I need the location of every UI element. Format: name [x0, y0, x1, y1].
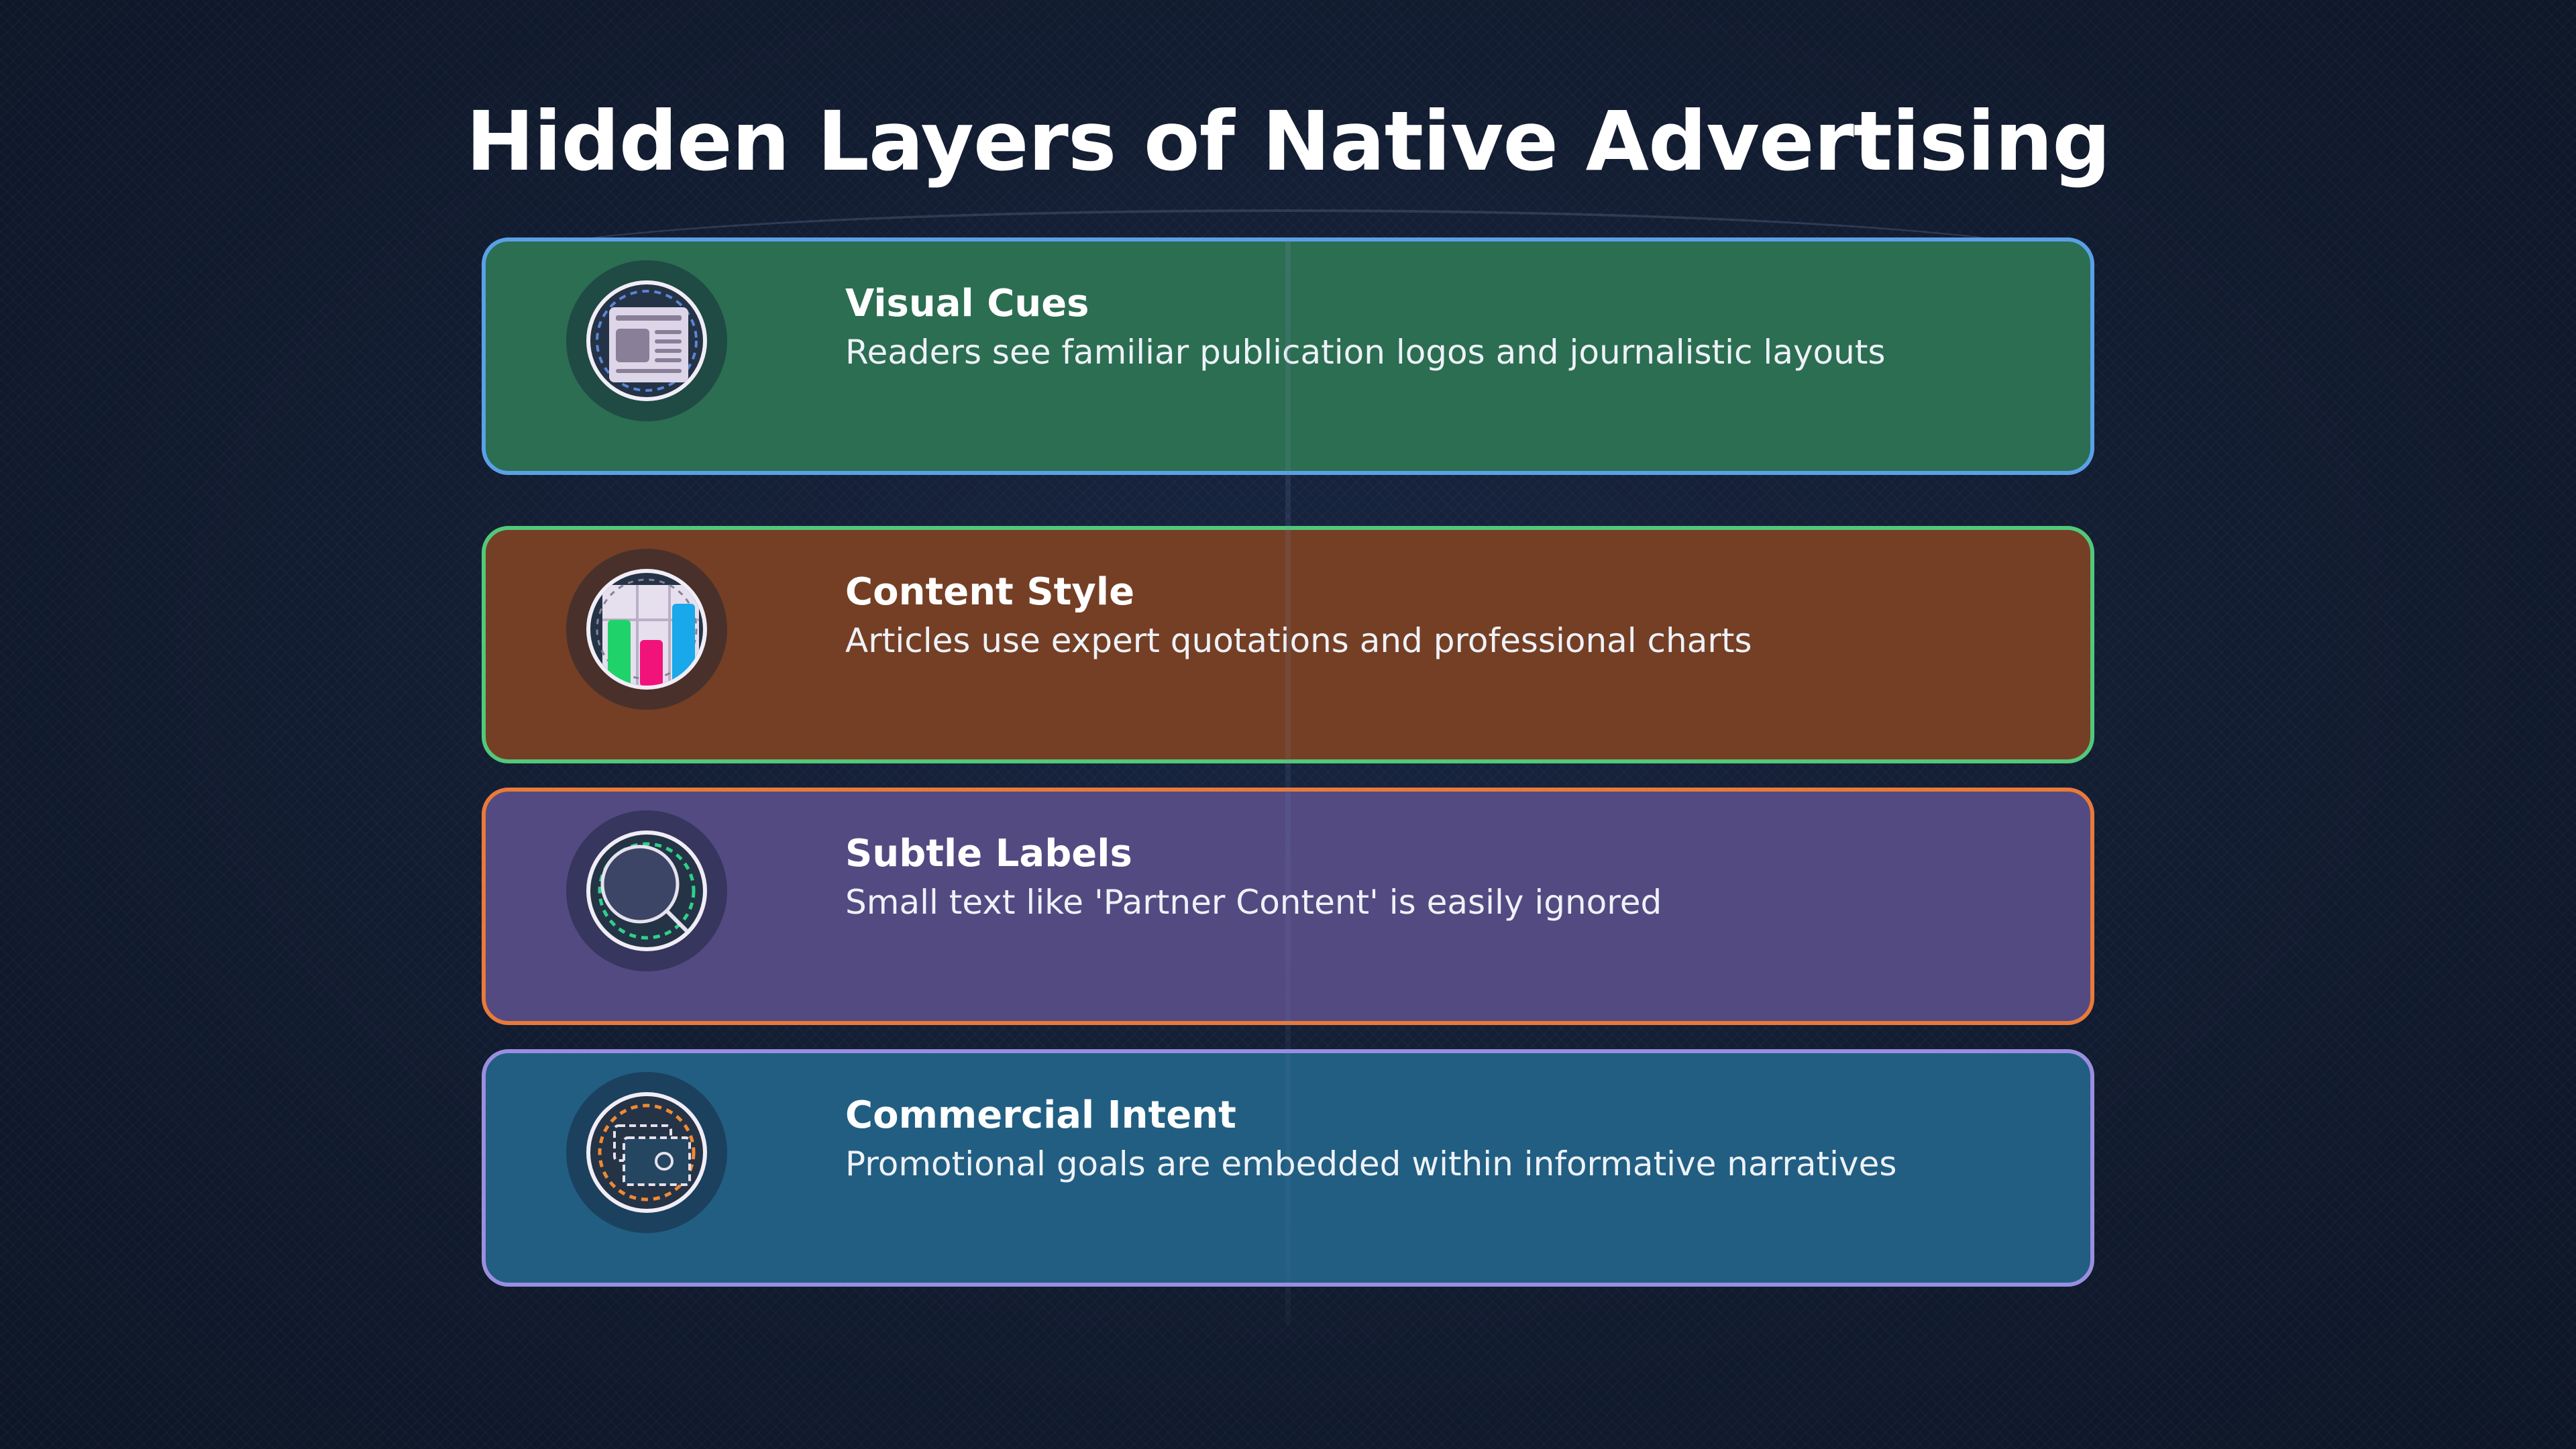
page-title: Hidden Layers of Native Advertising [466, 94, 2110, 189]
wallet-icon [566, 1072, 727, 1233]
magnifier-icon [566, 810, 727, 971]
layer-title: Visual Cues [845, 282, 1089, 325]
newspaper-icon [566, 260, 727, 421]
layer-description: Readers see familiar publication logos a… [845, 333, 1886, 372]
layer-description: Articles use expert quotations and profe… [845, 621, 1752, 660]
layer-title: Commercial Intent [845, 1093, 1236, 1137]
layer-description: Promotional goals are embedded within in… [845, 1144, 1897, 1183]
bar-chart-icon [566, 549, 727, 710]
center-divider [1285, 238, 1291, 1325]
layer-title: Content Style [845, 570, 1135, 614]
layer-description: Small text like 'Partner Content' is eas… [845, 883, 1662, 922]
layer-title: Subtle Labels [845, 832, 1132, 875]
